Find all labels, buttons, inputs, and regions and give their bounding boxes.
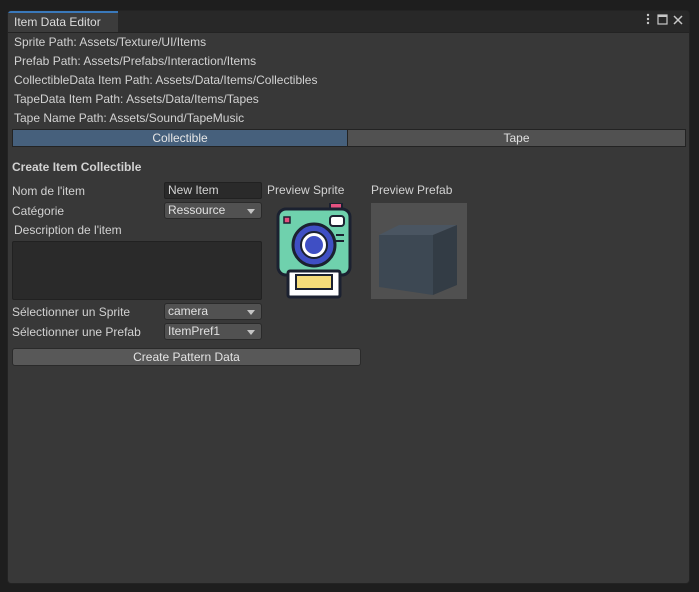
camera-icon [276, 202, 352, 299]
sprite-dropdown-value: camera [168, 304, 209, 318]
description-label: Description de l'item [14, 223, 122, 237]
chevron-down-icon [247, 310, 255, 315]
prefab-path-text: Prefab Path: Assets/Prefabs/Interaction/… [14, 54, 257, 68]
description-textarea[interactable] [12, 241, 262, 300]
kebab-menu-icon[interactable] [641, 13, 655, 29]
category-dropdown-value: Ressource [168, 203, 226, 217]
chevron-down-icon [247, 330, 255, 335]
tab-tape[interactable]: Tape [347, 129, 686, 147]
maximize-icon[interactable] [655, 13, 669, 29]
item-name-field[interactable]: New Item [164, 182, 262, 199]
close-icon[interactable] [671, 13, 685, 29]
tape-data-path-text: TapeData Item Path: Assets/Data/Items/Ta… [14, 92, 259, 106]
prefab-preview [371, 203, 467, 299]
chevron-down-icon [247, 209, 255, 214]
category-label: Catégorie [12, 204, 65, 218]
preview-prefab-label: Preview Prefab [371, 183, 453, 197]
tab-item-data-editor[interactable]: Item Data Editor [8, 11, 118, 32]
name-label: Nom de l'item [12, 184, 85, 198]
cube-icon [379, 225, 457, 295]
category-dropdown[interactable]: Ressource [164, 202, 262, 219]
sprite-dropdown[interactable]: camera [164, 303, 262, 320]
prefab-select-label: Sélectionner une Prefab [12, 325, 141, 339]
prefab-dropdown-value: ItemPref1 [168, 324, 221, 338]
item-data-editor-window: Item Data Editor Sprite Path: Assets/Tex… [7, 10, 690, 584]
sprite-preview [274, 202, 354, 299]
collectible-data-path-text: CollectibleData Item Path: Assets/Data/I… [14, 73, 318, 87]
tape-name-path-text: Tape Name Path: Assets/Sound/TapeMusic [14, 111, 245, 125]
preview-sprite-label: Preview Sprite [267, 183, 345, 197]
sprite-select-label: Sélectionner un Sprite [12, 305, 131, 319]
create-pattern-data-button[interactable]: Create Pattern Data [12, 348, 361, 366]
sprite-path-text: Sprite Path: Assets/Texture/UI/Items [14, 35, 207, 49]
tab-collectible[interactable]: Collectible [12, 129, 348, 147]
section-title: Create Item Collectible [12, 160, 142, 174]
prefab-dropdown[interactable]: ItemPref1 [164, 323, 262, 340]
tab-bar: Item Data Editor [8, 11, 689, 33]
